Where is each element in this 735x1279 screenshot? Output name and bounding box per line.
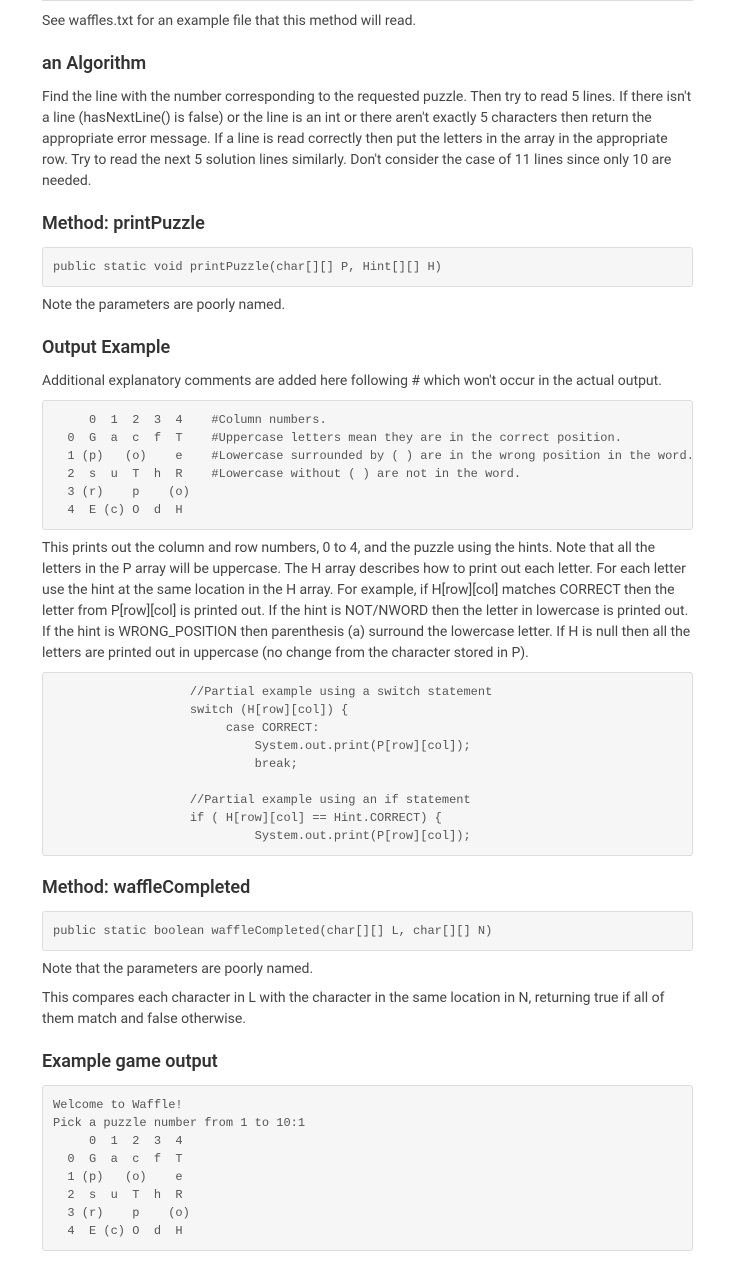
output-example-code: 0 1 2 3 4 #Column numbers. 0 G a c f T #… [42,400,693,530]
wafflecompleted-signature: public static boolean waffleCompleted(ch… [42,911,693,951]
example-game-code: Welcome to Waffle! Pick a puzzle number … [42,1085,693,1251]
output-example-heading: Output Example [42,334,693,361]
printpuzzle-note: Note the parameters are poorly named. [42,295,693,316]
intro-note: See waffles.txt for an example file that… [42,11,693,32]
wafflecompleted-heading: Method: waffleCompleted [42,874,693,901]
printpuzzle-signature: public static void printPuzzle(char[][] … [42,247,693,287]
example-game-heading: Example game output [42,1048,693,1075]
horizontal-rule [42,0,693,1]
wafflecompleted-note1: Note that the parameters are poorly name… [42,959,693,980]
algorithm-body: Find the line with the number correspond… [42,87,693,192]
output-example-intro: Additional explanatory comments are adde… [42,371,693,392]
printpuzzle-heading: Method: printPuzzle [42,210,693,237]
wafflecompleted-note2: This compares each character in L with t… [42,988,693,1030]
output-example-partial-code: //Partial example using a switch stateme… [42,672,693,856]
output-example-description: This prints out the column and row numbe… [42,538,693,664]
algorithm-heading: an Algorithm [42,50,693,77]
